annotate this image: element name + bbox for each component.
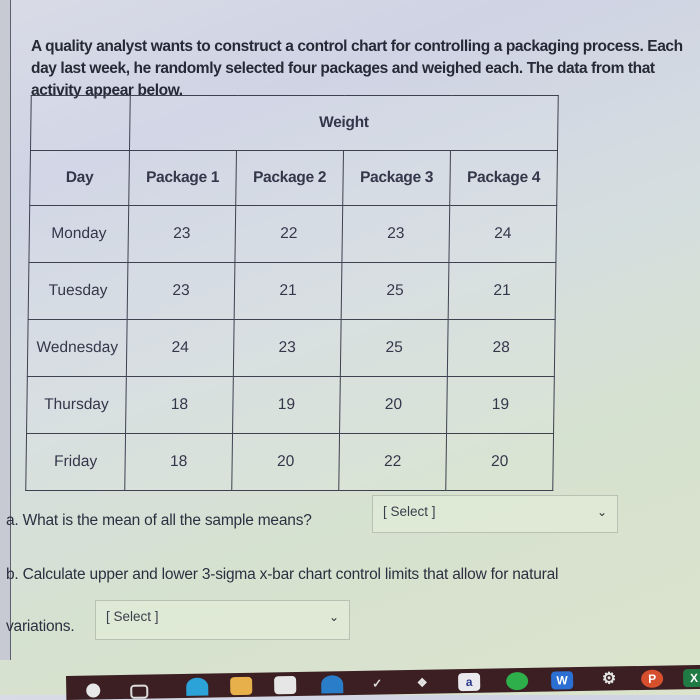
- weight-cell: 23: [127, 262, 235, 320]
- question-b-select-value: [ Select ]: [106, 609, 159, 624]
- weight-cell: 21: [448, 262, 556, 320]
- edge-icon[interactable]: [186, 677, 209, 696]
- chevron-down-icon: ⌄: [328, 610, 339, 624]
- weight-cell: 23: [127, 205, 236, 263]
- weight-cell: 19: [232, 376, 341, 434]
- weight-cell: 20: [339, 376, 448, 434]
- chevron-down-icon: ⌄: [596, 505, 607, 519]
- weight-group-header: Weight: [129, 95, 559, 151]
- table-row: Tuesday 23 21 25 21: [28, 262, 556, 320]
- weight-cell: 19: [446, 376, 555, 434]
- feather-icon[interactable]: ✓: [366, 674, 388, 692]
- question-a-select[interactable]: [ Select ] ⌄: [372, 495, 618, 533]
- file-explorer-icon[interactable]: [230, 676, 253, 696]
- weight-cell: 23: [233, 319, 342, 377]
- store-icon[interactable]: [274, 675, 297, 695]
- day-cell: Monday: [28, 205, 129, 263]
- spotify-icon[interactable]: [506, 671, 529, 691]
- day-cell: Wednesday: [27, 319, 128, 377]
- weight-cell: 22: [234, 205, 343, 263]
- column-header-package-2: Package 2: [235, 150, 344, 206]
- table-row: Wednesday 24 23 25 28: [27, 319, 556, 377]
- weight-cell: 28: [447, 319, 556, 377]
- day-cell: Friday: [25, 433, 126, 491]
- weight-cell: 25: [341, 262, 449, 320]
- weight-cell: 18: [125, 376, 234, 434]
- day-cell: Thursday: [26, 376, 127, 434]
- weights-table: Weight Day Package 1 Package 2 Package 3…: [25, 95, 559, 491]
- amazon-icon[interactable]: a: [458, 672, 481, 692]
- table-row: Monday 23 22 23 24: [28, 205, 557, 263]
- question-a-select-value: [ Select ]: [383, 504, 436, 519]
- search-icon[interactable]: [86, 683, 101, 698]
- weight-cell: 24: [448, 205, 557, 263]
- question-a-text: a. What is the mean of all the sample me…: [6, 512, 312, 529]
- table-column-header-row: Day Package 1 Package 2 Package 3 Packag…: [29, 150, 558, 206]
- weight-cell: 20: [445, 433, 554, 491]
- table-row: Friday 18 20 22 20: [25, 433, 554, 491]
- dropbox-icon[interactable]: ❖: [411, 674, 433, 692]
- weight-cell: 18: [124, 433, 233, 491]
- column-header-package-3: Package 3: [342, 150, 451, 206]
- question-b-text: b. Calculate upper and lower 3-sigma x-b…: [6, 566, 559, 583]
- empty-header-cell: [30, 95, 131, 151]
- task-view-icon[interactable]: [130, 684, 149, 699]
- question-b-text-continued: variations.: [6, 618, 75, 635]
- excel-icon[interactable]: X: [682, 668, 700, 688]
- table-group-header-row: Weight: [30, 95, 559, 151]
- question-b-select[interactable]: [ Select ] ⌄: [95, 600, 350, 640]
- table-row: Thursday 18 19 20 19: [26, 376, 555, 434]
- weight-cell: 24: [126, 319, 235, 377]
- column-header-day: Day: [29, 150, 130, 206]
- weight-cell: 21: [234, 262, 342, 320]
- mail-icon[interactable]: [321, 675, 344, 694]
- weight-cell: 22: [338, 433, 447, 491]
- weight-cell: 23: [341, 205, 450, 263]
- day-cell: Tuesday: [28, 262, 128, 320]
- column-header-package-4: Package 4: [449, 150, 558, 206]
- settings-icon[interactable]: ⚙: [598, 670, 620, 688]
- window-left-edge: [0, 0, 11, 660]
- column-header-package-1: Package 1: [128, 150, 237, 206]
- problem-statement: A quality analyst wants to construct a c…: [31, 37, 683, 99]
- weight-cell: 20: [231, 433, 340, 491]
- powerpoint-icon[interactable]: P: [640, 669, 664, 688]
- weight-cell: 25: [340, 319, 449, 377]
- word-icon[interactable]: W: [550, 671, 574, 690]
